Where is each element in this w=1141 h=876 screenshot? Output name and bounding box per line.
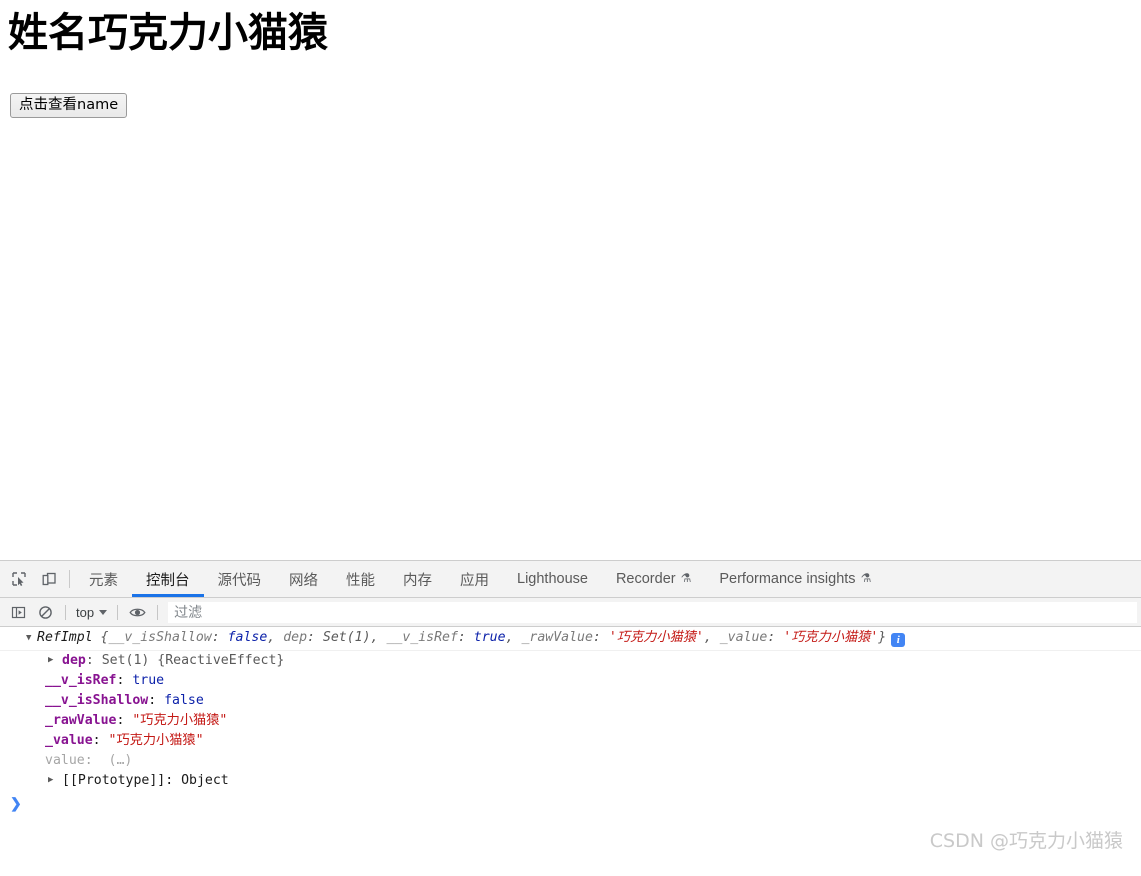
experiment-flask-icon: ⚗ [680, 571, 692, 585]
device-toolbar-icon[interactable] [34, 561, 64, 597]
console-property-row[interactable]: _value: "巧克力小猫猿" [0, 731, 1141, 751]
expand-triangle-icon[interactable] [26, 628, 37, 648]
console-toolbar-divider [65, 604, 66, 620]
preview-key: __v_isShallow [108, 630, 212, 645]
tab-label: 元素 [89, 572, 118, 589]
console-property-row[interactable]: __v_isRef: true [0, 671, 1141, 691]
console-property-row[interactable]: dep: Set(1) {ReactiveEffect} [0, 651, 1141, 671]
tab-lighthouse[interactable]: Lighthouse [503, 561, 602, 597]
console-property-row[interactable]: __v_isShallow: false [0, 691, 1141, 711]
property-name: __v_isRef [45, 673, 117, 688]
csdn-watermark: CSDN @巧克力小猫猿 [929, 830, 1123, 852]
console-filter-input[interactable] [168, 601, 1137, 623]
live-expression-eye-icon[interactable] [124, 600, 151, 624]
web-page-viewport: 姓名巧克力小猫猿 点击查看name [0, 0, 1141, 560]
clear-console-icon[interactable] [32, 600, 59, 624]
console-message-object[interactable]: RefImpl {__v_isShallow: false, dep: Set(… [0, 627, 1141, 651]
tab-label: Lighthouse [517, 571, 588, 587]
tab-console[interactable]: 控制台 [132, 561, 204, 597]
tab-label: 源代码 [217, 572, 262, 589]
object-info-icon[interactable]: i [891, 633, 906, 647]
preview-value: true [473, 630, 506, 645]
console-prompt[interactable]: ❯ [0, 791, 1141, 815]
console-toolbar-divider [117, 604, 119, 620]
toolbar-divider [69, 570, 70, 588]
preview-key: __v_isRef [386, 630, 458, 645]
tab-label: 内存 [403, 572, 432, 589]
property-value[interactable]: (…) [109, 753, 133, 768]
tab-label: 控制台 [146, 572, 190, 589]
property-name: _rawValue [45, 713, 117, 728]
tab-network[interactable]: 网络 [275, 561, 332, 597]
property-name: dep [62, 653, 86, 668]
console-toolbar: top [0, 598, 1141, 627]
expand-triangle-icon[interactable] [48, 770, 59, 790]
tab-label: 网络 [289, 572, 318, 589]
preview-value: false [227, 630, 268, 645]
preview-key: _value [719, 630, 768, 645]
object-constructor-name: RefImpl [37, 630, 93, 645]
close-brace: } [878, 630, 887, 645]
devtools-tabstrip: 元素 控制台 源代码 网络 性能 内存 应用 Lighthouse Record… [0, 561, 1141, 598]
property-value: Object [181, 773, 229, 788]
property-value: Set(1) {ReactiveEffect} [101, 653, 285, 668]
preview-value: '巧克力小猫猿' [608, 630, 704, 645]
tab-label: 性能 [346, 572, 375, 589]
tab-performance-insights[interactable]: Performance insights ⚗ [705, 561, 885, 597]
console-property-row[interactable]: _rawValue: "巧克力小猫猿" [0, 711, 1141, 731]
tab-label: Performance insights [719, 571, 856, 587]
execution-context-label: top [76, 604, 95, 620]
tab-label: 应用 [460, 572, 489, 589]
tab-memory[interactable]: 内存 [389, 561, 446, 597]
property-value: false [164, 693, 204, 708]
preview-key: dep [283, 630, 308, 645]
property-name: _value [45, 733, 93, 748]
experiment-flask-icon: ⚗ [860, 571, 872, 585]
tab-sources[interactable]: 源代码 [204, 561, 276, 597]
property-value: true [132, 673, 165, 688]
tab-elements[interactable]: 元素 [75, 561, 132, 597]
console-property-row-prototype[interactable]: [[Prototype]]: Object [0, 771, 1141, 791]
property-name: value [45, 753, 85, 768]
property-value: "巧克力小猫猿" [132, 713, 228, 728]
tab-performance[interactable]: 性能 [332, 561, 389, 597]
console-property-row-getter[interactable]: value: (…) [0, 751, 1141, 771]
preview-value: Set(1) [322, 630, 371, 645]
expand-triangle-icon[interactable] [48, 650, 59, 670]
inspect-element-icon[interactable] [4, 561, 34, 597]
console-toolbar-divider [157, 604, 159, 620]
tab-recorder[interactable]: Recorder ⚗ [602, 561, 705, 597]
property-name: [[Prototype]] [62, 773, 166, 788]
tab-application[interactable]: 应用 [446, 561, 503, 597]
console-sidebar-icon[interactable] [5, 600, 32, 624]
show-name-button[interactable]: 点击查看name [10, 93, 128, 118]
devtools-panel: 元素 控制台 源代码 网络 性能 内存 应用 Lighthouse Record… [0, 560, 1141, 876]
property-name: __v_isShallow [45, 693, 149, 708]
execution-context-selector[interactable]: top [72, 605, 111, 620]
page-title: 姓名巧克力小猫猿 [8, 10, 328, 56]
preview-key: _rawValue [521, 630, 593, 645]
chevron-down-icon [99, 609, 108, 615]
preview-value: '巧克力小猫猿' [783, 630, 879, 645]
prompt-chevron-icon: ❯ [10, 795, 22, 811]
tab-label: Recorder [615, 571, 676, 587]
property-value: "巧克力小猫猿" [108, 733, 204, 748]
